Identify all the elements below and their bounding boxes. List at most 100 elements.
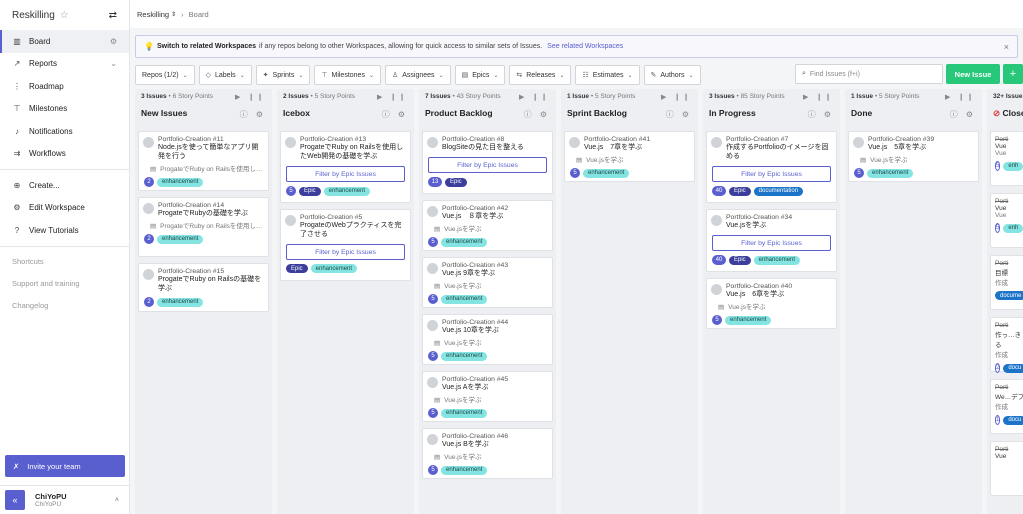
label-enhancement[interactable]: enhancement	[441, 465, 488, 475]
switch-workspace-icon[interactable]: ⇄	[109, 10, 117, 21]
label-enhancement[interactable]: enhancement	[441, 294, 488, 304]
label-epic[interactable]: Epic	[729, 255, 751, 265]
filter-releases-button[interactable]: ⇆ Releases ⌄	[509, 65, 572, 85]
column-controls-icon[interactable]: ▶ ❙❙	[803, 93, 834, 101]
filter-sprints-button[interactable]: ✦ Sprints ⌄	[255, 65, 311, 85]
label-enhancement[interactable]: enhancement	[157, 234, 204, 244]
filter-by-epic-button[interactable]: Filter by Epic Issues	[286, 244, 405, 260]
breadcrumb-workspace[interactable]: Reskilling	[137, 10, 169, 19]
filter-by-epic-button[interactable]: Filter by Epic Issues	[712, 166, 831, 182]
label-enhancement[interactable]: enhancement	[441, 237, 488, 247]
filter-estimates-button[interactable]: ☷ Estimates ⌄	[575, 65, 640, 85]
filter-epics-button[interactable]: ▤ Epics ⌄	[454, 65, 506, 85]
chevron-up-icon[interactable]: ˄	[115, 497, 119, 504]
user-handle: ChiYoPU	[35, 501, 62, 508]
issue-card[interactable]: Portfolio-Creation #8 BlogSiteの見た目を整える Fil…	[422, 131, 553, 194]
sort-icon[interactable]: ⇕	[171, 11, 176, 18]
issue-card[interactable]: Portfolio-Creation #46 Vue.js Bを学ぶ ▤ Vue.js…	[422, 428, 553, 479]
column-settings-icon[interactable]: ⓘ ⚙	[240, 109, 266, 120]
filter-by-epic-button[interactable]: Filter by Epic Issues	[712, 235, 831, 251]
closed-issue-card[interactable]: Porti 目標 作成 docume	[990, 255, 1023, 310]
label-epic[interactable]: Epic	[286, 264, 308, 273]
issue-label: enh	[1003, 223, 1023, 233]
sidebar-action-2[interactable]: ? View Tutorials	[0, 219, 129, 242]
filter-milestones-button[interactable]: ⊤ Milestones ⌄	[314, 65, 381, 85]
issue-card[interactable]: Portfolio-Creation #42 Vue.js ８章を学ぶ ▤ Vue.j…	[422, 200, 553, 251]
issue-card[interactable]: Portfolio-Creation #15 ProgateでRuby on Ra…	[138, 263, 269, 312]
label-enhancement[interactable]: enhancement	[157, 177, 204, 187]
search-input[interactable]: ⌕ Find Issues (f+i)	[795, 64, 943, 84]
sidebar-action-0[interactable]: ⊕ Create...	[0, 174, 129, 197]
add-button[interactable]: +	[1003, 64, 1023, 84]
label-enhancement[interactable]: enhancement	[157, 297, 204, 307]
column-settings-icon[interactable]: ⓘ ⚙	[666, 109, 692, 120]
column-controls-icon[interactable]: ▶ ❙❙	[661, 93, 692, 101]
issue-card[interactable]: Portfolio-Creation #41 Vue.js 7章を学ぶ ▤ Vue.j…	[564, 131, 695, 182]
label-enhancement[interactable]: enhancement	[583, 168, 630, 178]
label-epic[interactable]: Epic	[729, 186, 751, 196]
issue-card[interactable]: Portfolio-Creation #39 Vue.js 5章を学ぶ ▤ Vue.j…	[848, 131, 979, 182]
issue-card[interactable]: Portfolio-Creation #7 作成するPortfolioのイメージを…	[706, 131, 837, 203]
label-enhancement[interactable]: enhancement	[867, 168, 914, 178]
column-controls-icon[interactable]: ▶ ❙❙	[377, 93, 408, 101]
column-settings-icon[interactable]: ⓘ ⚙	[382, 109, 408, 120]
filter-by-epic-button[interactable]: Filter by Epic Issues	[286, 166, 405, 182]
label-enhancement[interactable]: enhancement	[753, 255, 801, 265]
closed-issue-card[interactable]: Porti We…デフ 作成 1 docu	[990, 379, 1023, 434]
sidebar-item-label: Notifications	[29, 126, 73, 136]
issue-card[interactable]: Portfolio-Creation #14 ProgateでRubyの基礎を学ぶ…	[138, 197, 269, 257]
sidebar-action-1[interactable]: ⚙ Edit Workspace	[0, 197, 129, 220]
closed-issue-card[interactable]: Porti 作っ…きる 作成 2 docu	[990, 317, 1023, 373]
settings-icon[interactable]: ⚙	[110, 37, 117, 46]
column-settings-icon[interactable]: ⓘ ⚙	[808, 109, 834, 120]
issue-card[interactable]: Portfolio-Creation #43 Vue.js 9章を学ぶ ▤ Vue.j…	[422, 257, 553, 308]
issue-card[interactable]: Portfolio-Creation #5 ProgateのWebプラクティスを完…	[280, 209, 411, 281]
issue-card[interactable]: Portfolio-Creation #11 Node.jsを使って簡単なアプリ開…	[138, 131, 269, 191]
filter-authors-button[interactable]: ✎ Authors ⌄	[643, 65, 701, 85]
see-related-workspaces-link[interactable]: See related Workspaces	[547, 43, 623, 50]
user-menu[interactable]: « ChiYoPU ChiYoPU ˄	[0, 485, 130, 514]
closed-issue-card[interactable]: Porti Vue Vue 5 enh	[990, 131, 1023, 186]
sidebar-link-1[interactable]: Support and training	[0, 273, 129, 295]
sidebar-item-notifications[interactable]: ♪ Notifications	[0, 120, 129, 143]
label-enhancement[interactable]: enhancement	[310, 264, 358, 273]
closed-issue-card[interactable]: Porti Vue Vue 5 enh	[990, 193, 1023, 248]
column-controls-icon[interactable]: ▶ ❙❙	[945, 93, 976, 101]
column-controls-icon[interactable]: ▶ ❙❙	[519, 93, 550, 101]
label-documentation[interactable]: documentation	[753, 186, 804, 196]
label-epic[interactable]: Epic	[299, 186, 321, 196]
filter-labels-button[interactable]: ◇ Labels ⌄	[198, 65, 252, 85]
label-epic[interactable]: Epic	[445, 177, 467, 187]
label-enhancement[interactable]: enhancement	[323, 186, 371, 196]
filter-assignees-button[interactable]: ♙ Assignees ⌄	[384, 65, 451, 85]
invite-team-button[interactable]: ✗ Invite your team	[5, 455, 125, 477]
label-enhancement[interactable]: enhancement	[441, 408, 488, 418]
sidebar-link-2[interactable]: Changelog	[0, 295, 129, 317]
sidebar-item-milestones[interactable]: ⊤ Milestones	[0, 98, 129, 121]
sidebar-item-board[interactable]: ▥ Board ⚙	[0, 30, 129, 53]
column-settings-icon[interactable]: ⓘ ⚙	[524, 109, 550, 120]
label-enhancement[interactable]: enhancement	[725, 315, 772, 325]
sidebar-link-0[interactable]: Shortcuts	[0, 251, 129, 273]
filter-repos-button[interactable]: Repos (1/2) ⌄	[135, 65, 195, 85]
label-enhancement[interactable]: enhancement	[441, 351, 488, 361]
close-icon[interactable]: ×	[1004, 42, 1009, 52]
column-controls-icon[interactable]: ▶ ❙❙	[235, 93, 266, 101]
issue-card[interactable]: Portfolio-Creation #45 Vue.js Aを学ぶ ▤ Vue.js…	[422, 371, 553, 422]
issue-card[interactable]: Portfolio-Creation #34 Vue.jsを学ぶ Filter by…	[706, 209, 837, 272]
star-icon[interactable]: ☆	[60, 10, 69, 21]
new-issue-button[interactable]: New Issue	[946, 64, 1000, 84]
sidebar-item-workflows[interactable]: ⇉ Workflows	[0, 143, 129, 166]
workspace-name[interactable]: Reskilling	[12, 10, 55, 21]
filter-by-epic-button[interactable]: Filter by Epic Issues	[428, 157, 547, 173]
collapse-sidebar-icon[interactable]: «	[5, 490, 25, 510]
column-settings-icon[interactable]: ⓘ ⚙	[950, 109, 976, 120]
issue-card[interactable]: Portfolio-Creation #40 Vue.js 6章を学ぶ ▤ Vue.j…	[706, 278, 837, 329]
sidebar-item-roadmap[interactable]: ⋮ Roadmap	[0, 75, 129, 98]
sidebar-item-reports[interactable]: ↗ Reports ⌄	[0, 53, 129, 76]
chevron-down-icon[interactable]: ⌄	[110, 59, 117, 68]
epic-icon: ▤	[150, 223, 157, 230]
issue-card[interactable]: Portfolio-Creation #44 Vue.js 10章を学ぶ ▤ Vue.…	[422, 314, 553, 365]
issue-card[interactable]: Portfolio-Creation #13 ProgateでRuby on Ra…	[280, 131, 411, 203]
closed-issue-card[interactable]: Porti Vue	[990, 441, 1023, 496]
